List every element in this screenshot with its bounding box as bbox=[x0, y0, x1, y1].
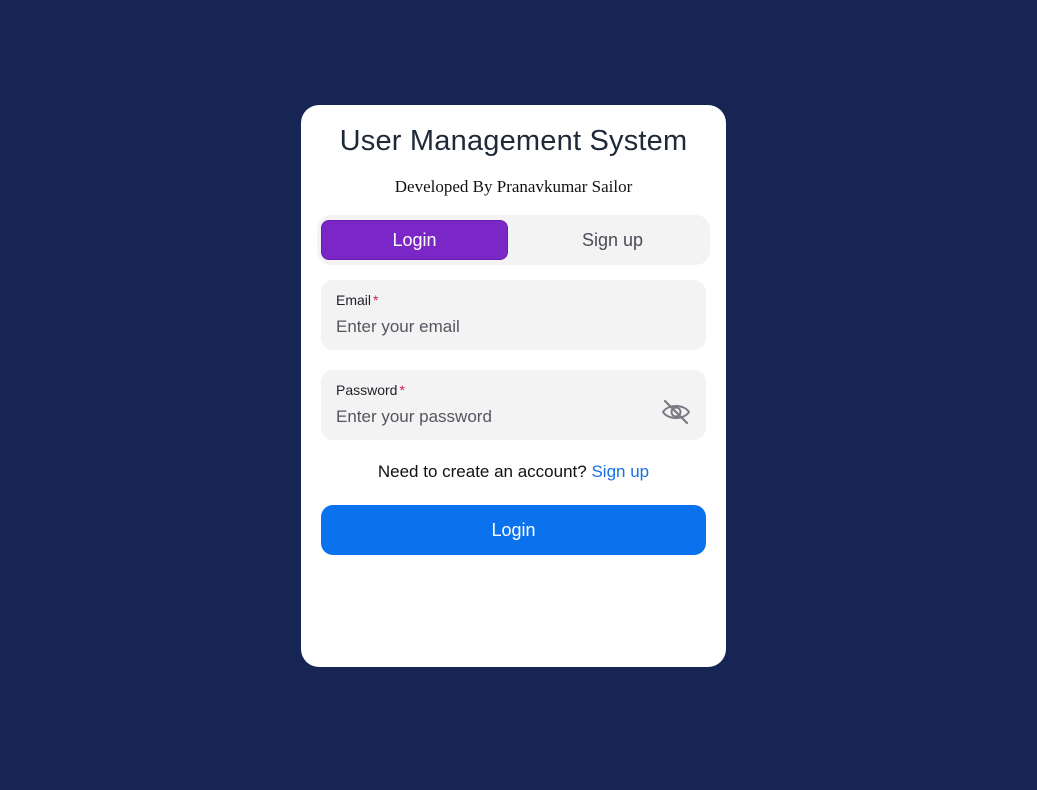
email-field-group: Email * bbox=[321, 280, 706, 350]
login-button[interactable]: Login bbox=[321, 505, 706, 555]
email-input[interactable] bbox=[336, 316, 636, 338]
app-title: User Management System bbox=[339, 125, 688, 157]
password-label-text: Password bbox=[336, 382, 398, 398]
password-field-group: Password * bbox=[321, 370, 706, 440]
signup-prompt-text: Need to create an account? bbox=[377, 462, 587, 481]
auth-tabs: Login Sign up bbox=[317, 215, 710, 265]
email-label-text: Email bbox=[336, 292, 372, 308]
email-label: Email * bbox=[336, 292, 378, 308]
password-input[interactable] bbox=[336, 406, 636, 428]
developer-credit: Developed By Pranavkumar Sailor bbox=[394, 177, 633, 196]
login-card: User Management System Developed By Pran… bbox=[301, 105, 726, 667]
eye-slash-icon[interactable] bbox=[660, 398, 692, 426]
password-label: Password * bbox=[336, 382, 405, 398]
email-required-marker: * bbox=[373, 292, 379, 308]
signup-prompt: Need to create an account? Sign up bbox=[301, 462, 726, 482]
signup-link[interactable]: Sign up bbox=[591, 462, 649, 481]
tab-signup[interactable]: Sign up bbox=[519, 220, 706, 260]
tab-login[interactable]: Login bbox=[321, 220, 508, 260]
password-required-marker: * bbox=[399, 382, 405, 398]
